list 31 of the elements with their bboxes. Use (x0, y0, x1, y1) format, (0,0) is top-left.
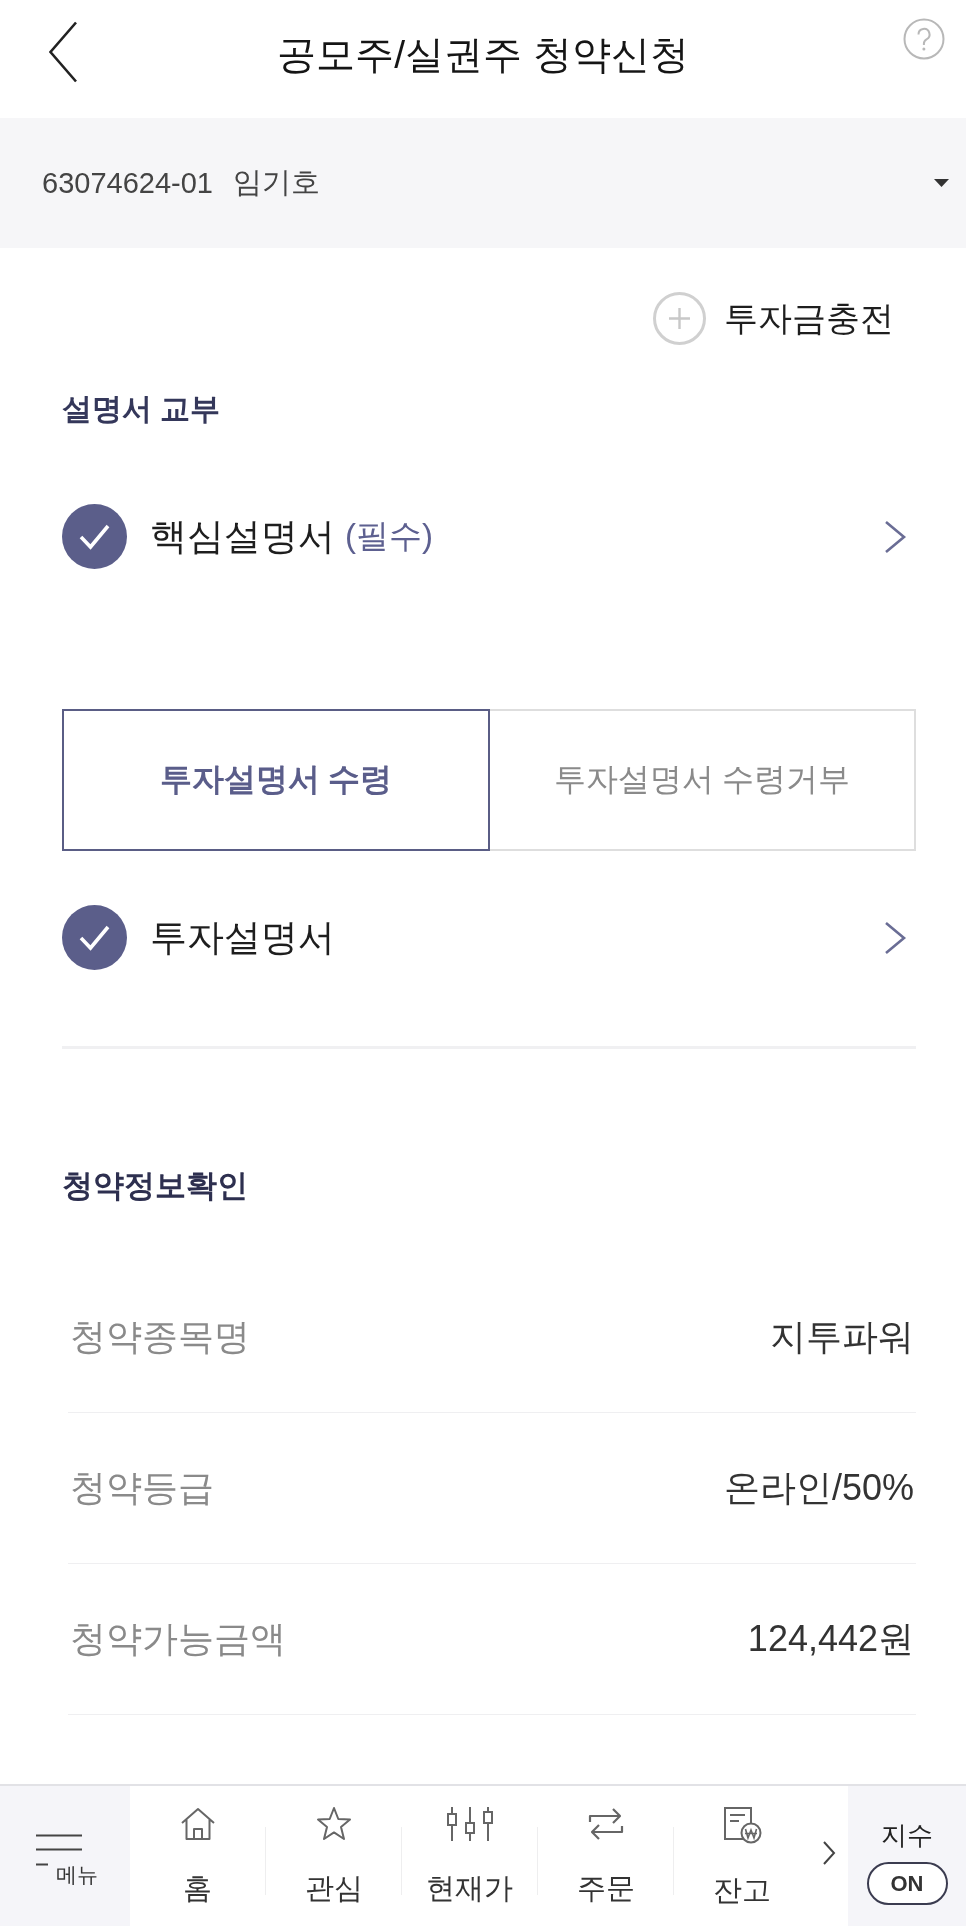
chevron-right-icon[interactable] (883, 920, 907, 955)
checkbox[interactable] (62, 504, 127, 569)
account-dropdown[interactable]: 63074624-01 임기호 (0, 118, 966, 248)
dropdown-caret-icon[interactable] (934, 179, 949, 187)
candlestick-icon (445, 1806, 494, 1842)
home-icon (179, 1806, 216, 1842)
chevron-right-icon[interactable] (821, 1840, 836, 1866)
index-label: 지수 (881, 1820, 933, 1850)
document-coin-icon (721, 1806, 762, 1844)
back-icon[interactable] (48, 21, 78, 83)
field-label: 청약가능금액 (70, 1616, 286, 1661)
section-title: 설명서 교부 (62, 392, 222, 426)
page-title: 공모주/실권주 청약신청 (277, 32, 689, 78)
charge-button[interactable]: 투자금충전 (653, 292, 894, 345)
star-icon (315, 1806, 352, 1842)
receipt-tab[interactable]: 투자설명서 수령 (62, 709, 490, 851)
checkbox[interactable] (62, 905, 127, 970)
index-toggle[interactable]: ON (866, 1862, 948, 1905)
field-label: 청약종목명 (70, 1314, 250, 1359)
plus-circle-icon (653, 292, 706, 345)
field-value: 지투파워 (770, 1314, 914, 1359)
document-title: 투자설명서 (150, 915, 335, 960)
document-title: 핵심설명서 (150, 514, 335, 559)
required-note: (필수) (345, 516, 433, 556)
chevron-right-icon[interactable] (883, 519, 907, 554)
field-label: 청약등급 (70, 1465, 214, 1510)
menu-button[interactable]: 메뉴 (0, 1786, 130, 1926)
menu-icon (36, 1834, 82, 1866)
section-title: 청약정보확인 (62, 1169, 249, 1203)
field-value: 124,442원 (747, 1616, 914, 1661)
field-value: 온라인/50% (723, 1465, 914, 1510)
